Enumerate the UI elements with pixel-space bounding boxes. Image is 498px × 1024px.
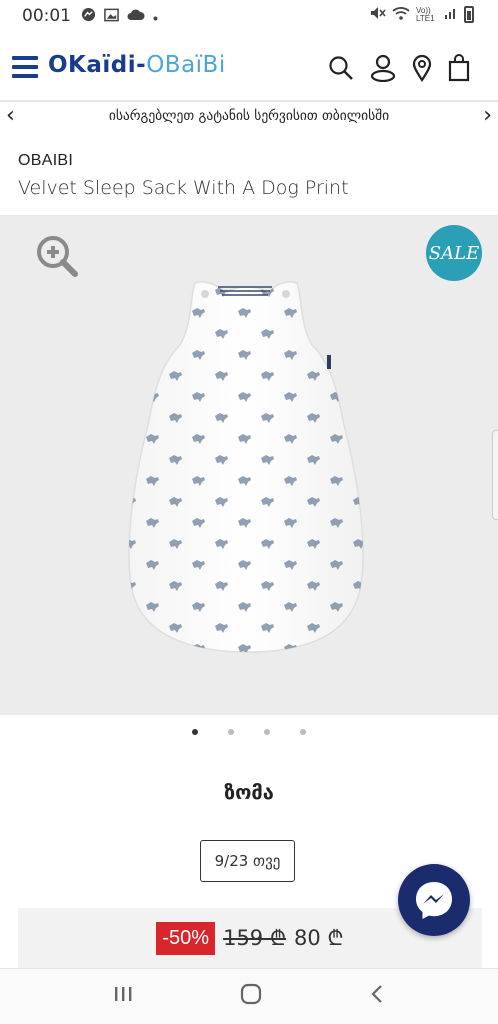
battery-icon [464, 6, 474, 23]
gallery-dot[interactable] [192, 729, 198, 735]
size-heading: ზომა [224, 780, 274, 804]
cloud-notification-icon [127, 9, 145, 24]
messenger-icon [416, 882, 452, 919]
new-price: 80 ₾ [294, 926, 344, 950]
signal-icon [444, 6, 458, 23]
store-locator-icon[interactable] [412, 54, 432, 82]
status-time: 00:01 [22, 6, 71, 26]
gallery-pagination [0, 729, 498, 735]
promo-text: ისარგებლეთ გატანის სერვისით თბილისში [108, 108, 390, 124]
messenger-chat-button[interactable] [398, 864, 470, 936]
mute-icon [370, 6, 386, 23]
product-title: Velvet Sleep Sack With A Dog Print [18, 177, 349, 199]
back-icon[interactable] [369, 984, 385, 1009]
system-nav-bar [0, 968, 498, 1024]
menu-icon[interactable] [12, 56, 38, 78]
account-icon[interactable] [370, 54, 396, 82]
gallery-dot[interactable] [264, 729, 270, 735]
gallery-dot[interactable] [228, 729, 234, 735]
search-icon[interactable] [328, 55, 354, 81]
product-brand: OBAIBI [18, 152, 74, 169]
side-panel-handle[interactable] [492, 430, 498, 520]
discount-badge: -50% [156, 921, 216, 955]
promo-next-icon[interactable]: › [483, 104, 492, 128]
gallery-notification-icon [104, 8, 119, 25]
messenger-notification-icon [81, 7, 96, 25]
dot-indicator-icon [153, 9, 158, 24]
header-divider [0, 100, 498, 102]
network-label: Vo)) LTE1 [416, 5, 435, 23]
status-bar: 00:01 Vo)) LTE1 [0, 0, 498, 32]
recent-apps-icon[interactable] [113, 985, 133, 1008]
site-logo[interactable]: OKaïdi-OBaïBi [48, 52, 226, 78]
site-header: OKaïdi-OBaïBi [0, 40, 498, 98]
shopping-bag-icon[interactable] [448, 54, 470, 82]
gallery-dot[interactable] [300, 729, 306, 735]
header-actions [328, 54, 470, 82]
old-price: 159 ₾ [223, 926, 287, 950]
wifi-icon [392, 6, 410, 23]
size-option-button[interactable]: 9/23 თვე [200, 840, 295, 882]
product-gallery[interactable]: SALE [0, 215, 498, 715]
status-right: Vo)) LTE1 [370, 6, 474, 23]
product-image [128, 281, 364, 653]
promo-banner: ‹ ისარგებლეთ გატანის სერვისით თბილისში › [0, 104, 498, 128]
home-icon[interactable] [240, 983, 262, 1010]
promo-prev-icon[interactable]: ‹ [6, 104, 15, 128]
